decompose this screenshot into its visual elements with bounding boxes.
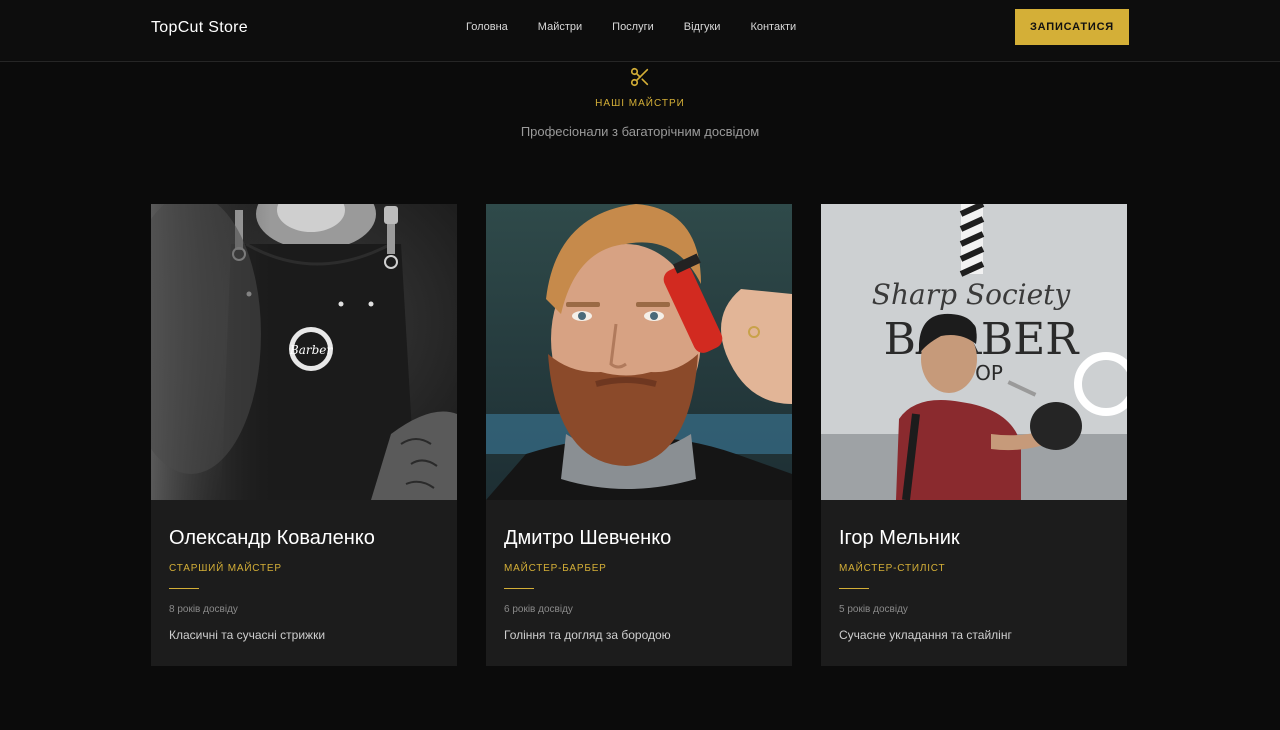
barber-name: Ігор Мельник	[839, 527, 960, 549]
barber-photo	[486, 204, 792, 500]
scissors-icon	[630, 67, 649, 87]
sign-text-line2: BARBER	[884, 314, 1081, 365]
brand-logo[interactable]: TopCut Store	[151, 19, 248, 37]
sign-text-line1: Sharp Society	[872, 278, 1072, 311]
nav-link-home[interactable]: Головна	[466, 21, 508, 33]
top-navbar: TopCut Store Головна Майстри Послуги Від…	[0, 0, 1280, 62]
nav-link-services[interactable]: Послуги	[612, 21, 654, 33]
barber-name: Олександр Коваленко	[169, 527, 375, 549]
gold-divider	[839, 588, 869, 589]
barber-experience: 5 років досвіду	[839, 604, 908, 615]
gold-divider	[504, 588, 534, 589]
barber-card[interactable]: Sharp Society BARBER OP Ігор Мельник МАЙ…	[821, 204, 1127, 666]
barber-specialty: Гоління та догляд за бородою	[504, 628, 671, 642]
barber-card[interactable]: Barber Олександр Коваленко СТАРШИЙ МАЙСТ…	[151, 204, 457, 666]
barber-experience: 8 років досвіду	[169, 604, 238, 615]
barber-card[interactable]: Дмитро Шевченко МАЙСТЕР-БАРБЕР 6 років д…	[486, 204, 792, 666]
apron-logo-text: Barber	[289, 343, 333, 357]
barber-name: Дмитро Шевченко	[504, 527, 672, 549]
barber-role: МАЙСТЕР-СТИЛІСТ	[839, 563, 946, 574]
gold-divider	[169, 588, 199, 589]
section-eyebrow: НАШІ МАЙСТРИ	[595, 98, 685, 109]
barber-specialty: Класичні та сучасні стрижки	[169, 628, 326, 642]
nav-link-contacts[interactable]: Контакти	[750, 21, 796, 33]
nav-link-masters[interactable]: Майстри	[538, 21, 582, 33]
book-appointment-button[interactable]: ЗАПИСАТИСЯ	[1015, 9, 1129, 45]
section-subtitle: Професіонали з багаторічним досвідом	[520, 124, 760, 139]
masters-section-header: НАШІ МАЙСТРИ Професіонали з багаторічним…	[0, 66, 1280, 139]
nav-link-reviews[interactable]: Відгуки	[684, 21, 721, 33]
barber-experience: 6 років досвіду	[504, 604, 573, 615]
sign-text-line3: OP	[975, 361, 1003, 385]
barber-photo: Sharp Society BARBER OP	[821, 204, 1127, 500]
main-nav: Головна Майстри Послуги Відгуки Контакти	[466, 21, 796, 33]
barber-specialty: Сучасне укладання та стайлінг	[839, 628, 1012, 642]
barber-role: СТАРШИЙ МАЙСТЕР	[169, 563, 282, 574]
barber-role: МАЙСТЕР-БАРБЕР	[504, 563, 607, 574]
barber-photo: Barber	[151, 204, 457, 500]
barber-cards: Barber Олександр Коваленко СТАРШИЙ МАЙСТ…	[151, 204, 1127, 666]
